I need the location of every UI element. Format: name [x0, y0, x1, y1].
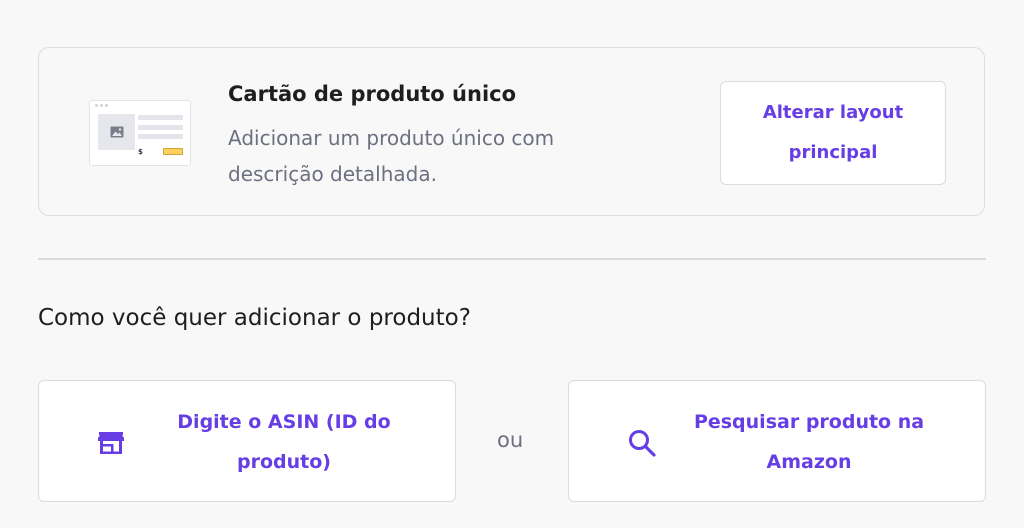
enter-asin-button[interactable]: Digite o ASIN (ID do produto)	[38, 380, 456, 502]
image-placeholder-icon	[98, 114, 135, 150]
thumbnail-buy-button	[163, 148, 183, 155]
or-separator: ou	[497, 428, 524, 452]
search-icon	[629, 430, 656, 457]
divider	[38, 258, 986, 260]
change-layout-button[interactable]: Alterar layout principal	[720, 81, 946, 185]
change-layout-label: Alterar layout principal	[762, 102, 904, 163]
thumbnail-price: $	[138, 148, 143, 156]
search-amazon-label: Pesquisar produto na Amazon	[693, 411, 925, 473]
add-product-question: Como você quer adicionar o produto?	[38, 305, 471, 331]
enter-asin-label: Digite o ASIN (ID do produto)	[177, 411, 391, 473]
layout-title: Cartão de produto único	[228, 82, 517, 106]
search-amazon-button[interactable]: Pesquisar produto na Amazon	[568, 380, 986, 502]
store-icon	[98, 432, 124, 454]
layout-description: Adicionar um produto único com descrição…	[228, 126, 555, 186]
layout-card: $ Cartão de produto único Adicionar um p…	[38, 47, 985, 216]
product-card-thumbnail-icon: $	[89, 100, 191, 166]
